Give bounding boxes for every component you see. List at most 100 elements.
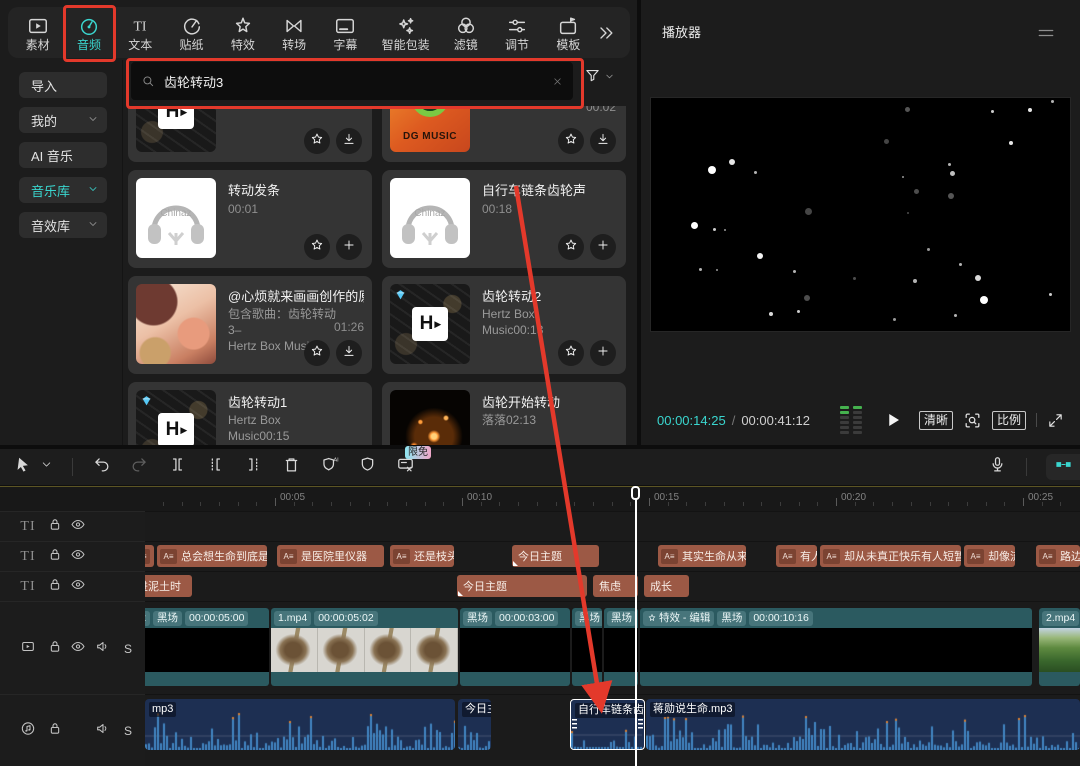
text-clip[interactable]: A≡路边 xyxy=(1036,545,1080,567)
audio-clip[interactable]: 今日主 xyxy=(458,699,491,750)
audio-card[interactable]: H▶齿轮转动1Hertz Box Music00:15 xyxy=(128,382,372,445)
text-clip[interactable]: A≡总会想生命到底是 xyxy=(157,545,267,567)
music-track-icon[interactable] xyxy=(20,721,36,742)
star-button[interactable] xyxy=(304,234,330,260)
tab-sticker[interactable]: 贴纸 xyxy=(168,15,215,51)
video-clip[interactable]: 黑场00:00:03:00 xyxy=(460,608,570,686)
speaker-icon[interactable] xyxy=(95,638,111,659)
audio-clip[interactable]: 蒋勋说生命.mp3 xyxy=(646,699,1080,750)
tab-transition[interactable]: 转场 xyxy=(270,15,317,51)
ruler-tick xyxy=(986,502,987,506)
preview-magnifier-button[interactable] xyxy=(963,411,982,430)
speaker-icon[interactable] xyxy=(95,721,111,742)
text-clip[interactable]: A≡是医院里仪器 xyxy=(277,545,384,567)
text-clip[interactable]: 今日主题 xyxy=(512,545,599,567)
audio-card[interactable]: @心烦就来画画创作的原声包含歌曲：齿轮转动3– Hertz Box Music0… xyxy=(128,276,372,374)
cursor-mode-dropdown[interactable] xyxy=(40,458,53,476)
lock-icon[interactable] xyxy=(47,547,63,568)
eye-icon[interactable] xyxy=(70,547,86,568)
lock-icon[interactable] xyxy=(47,721,63,742)
star-button[interactable] xyxy=(304,340,330,366)
snap-button[interactable] xyxy=(1046,454,1080,480)
star-button[interactable] xyxy=(558,340,584,366)
play-button[interactable] xyxy=(884,411,902,429)
tab-text[interactable]: TI文本 xyxy=(117,15,164,51)
search-input[interactable] xyxy=(162,73,552,90)
sidebar-item-AI 音乐[interactable]: AI 音乐 xyxy=(19,142,107,168)
text-clip[interactable]: A≡其实生命从来 xyxy=(658,545,746,567)
split-left-button[interactable] xyxy=(206,455,225,479)
tab-adjust[interactable]: 调节 xyxy=(493,15,540,51)
filter-button[interactable] xyxy=(584,67,615,89)
sidebar-item-导入[interactable]: 导入 xyxy=(19,72,107,98)
cursor-button[interactable] xyxy=(14,455,33,479)
mic-button[interactable] xyxy=(988,455,1007,479)
clip-trim-handle-left[interactable] xyxy=(572,719,577,731)
sidebar-item-我的[interactable]: 我的 xyxy=(19,107,107,133)
star-button[interactable] xyxy=(304,128,330,154)
text-clip[interactable]: A≡却从未真正快乐有人短暂 xyxy=(820,545,961,567)
clip-handle[interactable] xyxy=(458,591,463,596)
ratio-button[interactable]: 比例 xyxy=(992,411,1026,430)
undo-button[interactable] xyxy=(92,455,111,479)
star-button[interactable] xyxy=(558,128,584,154)
tab-filter[interactable]: 滤镜 xyxy=(442,15,489,51)
snow-particle xyxy=(975,275,981,281)
tab-template[interactable]: 模板 xyxy=(545,15,592,51)
quality-button[interactable]: 清晰 xyxy=(919,411,953,430)
plus-button[interactable] xyxy=(590,340,616,366)
download-button[interactable] xyxy=(336,128,362,154)
eye-icon[interactable] xyxy=(70,517,86,538)
text-clip[interactable]: A≡有人 xyxy=(776,545,817,567)
audio-card[interactable]: Chinaz 转动发条00:01 xyxy=(128,170,372,268)
tab-audio[interactable]: 音频 xyxy=(65,15,112,51)
lock-icon[interactable] xyxy=(47,577,63,598)
text-clip[interactable]: A≡还是枝头跳 xyxy=(390,545,454,567)
sidebar-item-音效库[interactable]: 音效库 xyxy=(19,212,107,238)
search-box[interactable] xyxy=(131,62,573,100)
tab-subtitle[interactable]: 字幕 xyxy=(322,15,369,51)
solo-toggle[interactable]: S xyxy=(124,724,132,738)
audio-card[interactable]: 齿轮开始转动落落02:13 xyxy=(382,382,626,445)
lock-icon[interactable] xyxy=(47,638,63,659)
split-right-button[interactable] xyxy=(244,455,263,479)
plus-button[interactable] xyxy=(590,234,616,260)
clear-search-icon[interactable] xyxy=(552,76,563,87)
playhead-handle[interactable] xyxy=(631,486,640,500)
video-clip[interactable]: 黑场 xyxy=(572,608,602,686)
tab-effects[interactable]: 特效 xyxy=(219,15,266,51)
text-clear-button[interactable]: 限免 xyxy=(396,455,415,479)
audio-card[interactable]: Chinaz 自行车链条齿轮声00:18 xyxy=(382,170,626,268)
track-header-text-0: TI xyxy=(0,511,145,541)
shield-ai-button[interactable]: AI xyxy=(320,455,339,479)
audio-clip[interactable]: mp3 xyxy=(145,699,455,750)
download-button[interactable] xyxy=(336,340,362,366)
player-menu-icon[interactable] xyxy=(1036,23,1056,48)
text-clip[interactable]: 成长 xyxy=(644,575,689,597)
more-tabs-button[interactable] xyxy=(596,23,616,43)
delete-button[interactable] xyxy=(282,455,301,479)
video-clip[interactable]: 2.mp4 xyxy=(1039,608,1080,686)
download-button[interactable] xyxy=(590,128,616,154)
tab-smart-package[interactable]: 智能包装 xyxy=(373,15,438,51)
tab-material[interactable]: 素材 xyxy=(14,15,61,51)
redo-button[interactable] xyxy=(130,455,149,479)
clip-handle[interactable] xyxy=(513,561,518,566)
video-clip[interactable]: 特效 - 编辑黑场00:00:10:16 xyxy=(640,608,1032,686)
sidebar-item-音乐库[interactable]: 音乐库 xyxy=(19,177,107,203)
audio-card[interactable]: H▶齿轮转动2Hertz Box Music00:13 xyxy=(382,276,626,374)
video-clip[interactable]: 1.mp400:00:05:02 xyxy=(271,608,458,686)
video-track-icon[interactable] xyxy=(20,638,36,659)
plus-button[interactable] xyxy=(336,234,362,260)
star-button[interactable] xyxy=(558,234,584,260)
eye-icon[interactable] xyxy=(70,638,86,659)
playhead[interactable] xyxy=(630,486,642,766)
shield-button[interactable] xyxy=(358,455,377,479)
fullscreen-button[interactable] xyxy=(1047,412,1064,429)
text-clip[interactable]: 今日主题 xyxy=(457,575,587,597)
text-clip[interactable]: A≡却像流星 xyxy=(964,545,1015,567)
lock-icon[interactable] xyxy=(47,517,63,538)
eye-icon[interactable] xyxy=(70,577,86,598)
split-button[interactable] xyxy=(168,455,187,479)
solo-toggle[interactable]: S xyxy=(124,642,132,656)
